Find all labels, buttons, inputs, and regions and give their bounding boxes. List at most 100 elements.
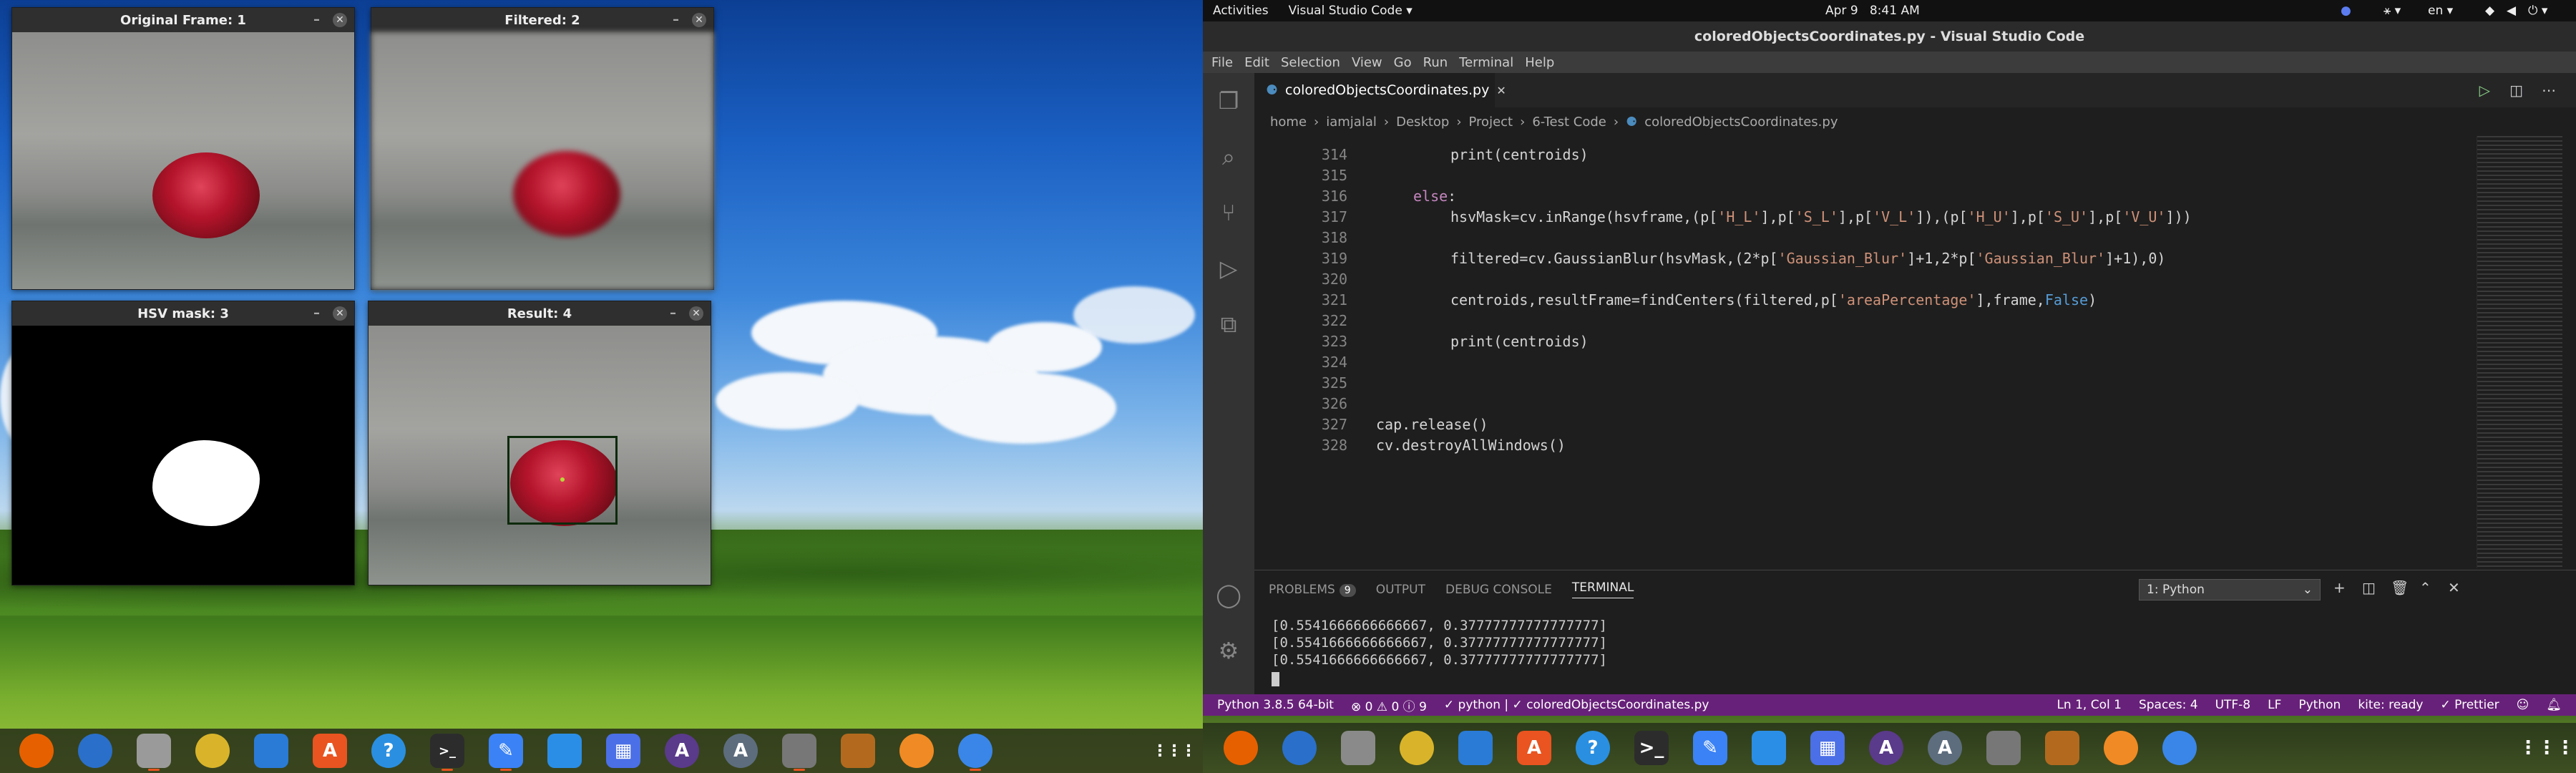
window-titlebar[interactable]: HSV mask: 3 – ✕ [12,301,354,326]
dock-item[interactable]: ⋮⋮⋮ [1144,729,1203,773]
dock-item[interactable] [770,729,829,773]
dock-item[interactable] [1387,726,1446,770]
dock-item[interactable]: A [1916,726,1974,770]
breadcrumb-item[interactable]: Project [1469,115,1513,130]
python-interpreter[interactable]: Python 3.8.5 64-bit [1203,698,1342,712]
feedback-icon[interactable]: ☺ [2508,698,2538,712]
split-editor-icon[interactable]: ◫ [2509,82,2523,99]
run-file-icon[interactable]: ▷ [2479,82,2490,99]
minimap[interactable] [2477,136,2562,568]
tab-close-icon[interactable]: ✕ [1496,84,1506,97]
search-icon[interactable]: ⌕ [1203,129,1254,185]
menu-view[interactable]: View [1346,55,1388,70]
window-titlebar[interactable]: Result: 4 – ✕ [369,301,711,326]
menu-edit[interactable]: Edit [1239,55,1275,70]
extensions-icon[interactable]: ⧉ [1203,296,1254,352]
kite-status[interactable]: kite: ready [2349,698,2431,712]
dock-item[interactable] [66,729,125,773]
source-control-icon[interactable]: ⑂ [1203,185,1254,240]
dock-item[interactable]: >_ [1622,726,1681,770]
code-editor[interactable]: 314 print(centroids) 315 316 else: 317 hsvMask… [1254,136,2514,568]
window-result[interactable]: Result: 4 – ✕ [368,301,711,585]
language-mode[interactable]: Python [2290,698,2349,712]
dock-item[interactable] [2092,726,2150,770]
minimize-icon[interactable]: – [670,306,676,321]
dock-item[interactable] [535,729,594,773]
minimize-icon[interactable]: – [673,12,679,27]
dock-item[interactable]: A [1857,726,1916,770]
close-icon[interactable]: ✕ [333,13,347,27]
breadcrumb-item[interactable]: iamjalal [1326,115,1377,130]
breadcrumb-item[interactable]: home [1270,115,1307,130]
tab-output[interactable]: OUTPUT [1376,583,1425,597]
breadcrumb-item[interactable]: coloredObjectsCoordinates.py [1644,115,1838,130]
dock-item[interactable] [1446,726,1505,770]
dock-item[interactable] [125,729,183,773]
dock-item[interactable] [1329,726,1387,770]
tab-debug-console[interactable]: DEBUG CONSOLE [1445,583,1552,597]
activities-button[interactable]: Activities [1203,4,1269,18]
dock-item[interactable]: ✎ [1681,726,1740,770]
dock-item[interactable] [7,729,66,773]
menu-help[interactable]: Help [1519,55,1560,70]
split-terminal-icon[interactable]: ◫ [2362,579,2376,596]
window-title-bar[interactable]: coloredObjectsCoordinates.py - Visual St… [1203,21,2576,52]
dock-item[interactable] [1270,726,1329,770]
dock-item[interactable]: ⋮⋮⋮ [2517,726,2576,770]
dock-item[interactable]: ? [1563,726,1622,770]
minimize-icon[interactable]: – [313,306,320,321]
dock-item[interactable] [242,729,301,773]
menu-terminal[interactable]: Terminal [1453,55,1519,70]
window-original-frame[interactable]: Original Frame: 1 – ✕ [11,7,355,290]
dock-item[interactable]: A [1505,726,1563,770]
menu-run[interactable]: Run [1418,55,1454,70]
breadcrumb-item[interactable]: Desktop [1396,115,1449,130]
run-debug-icon[interactable]: ▷ [1203,240,1254,296]
account-icon[interactable]: ◯ [1203,567,1254,623]
language-selector[interactable]: en ▾ [2428,4,2453,18]
accessibility-icon[interactable]: ⚹ ▾ [2384,4,2401,18]
dock-item[interactable]: ▦ [594,729,653,773]
dock-item[interactable]: ▦ [1798,726,1857,770]
dock-item[interactable] [183,729,242,773]
close-icon[interactable]: ✕ [689,306,703,321]
prettier-status[interactable]: ✓ Prettier [2431,698,2507,712]
dock-item[interactable] [1740,726,1798,770]
dock-item[interactable]: ✎ [477,729,535,773]
close-icon[interactable]: ✕ [692,13,706,27]
terminal-select[interactable]: 1: Python ⌄ [2139,579,2321,601]
tab-terminal[interactable]: TERMINAL [1571,580,1634,598]
window-titlebar[interactable]: Filtered: 2 – ✕ [371,8,713,32]
window-titlebar[interactable]: Original Frame: 1 – ✕ [12,8,354,32]
menu-file[interactable]: File [1203,55,1239,70]
power-icon[interactable]: ⏻ ▾ [2528,4,2547,18]
close-panel-icon[interactable]: ✕ [2448,579,2460,596]
menu-selection[interactable]: Selection [1275,55,1346,70]
python-status[interactable]: ✓ python | ✓ coloredObjectsCoordinates.p… [1435,698,1718,712]
menu-go[interactable]: Go [1388,55,1418,70]
network-icon[interactable]: ◆ [2485,4,2494,18]
tab-problems[interactable]: PROBLEMS 9 [1269,583,1356,597]
dock-item[interactable] [1974,726,2033,770]
clock[interactable]: Apr 9 8:41 AM [1825,4,1920,18]
dock-item[interactable] [2150,726,2209,770]
tab-coloredObjectsCoordinates[interactable]: ⚈ coloredObjectsCoordinates.py ✕ [1254,73,1506,107]
dock-item[interactable]: ? [359,729,418,773]
dock-item[interactable]: A [301,729,359,773]
breadcrumb-item[interactable]: 6-Test Code [1532,115,1606,130]
dock-item[interactable] [2033,726,2092,770]
dock-item[interactable]: A [653,729,711,773]
new-terminal-icon[interactable]: + [2333,579,2346,596]
problems-status[interactable]: ⊗ 0 ⚠ 0 ⓘ 9 [1342,696,1435,714]
window-hsv-mask[interactable]: HSV mask: 3 – ✕ [11,301,355,585]
dock-item[interactable]: A [711,729,770,773]
minimize-icon[interactable]: – [313,12,320,27]
volume-icon[interactable]: ◀ [2507,4,2516,18]
tray-icon[interactable]: ● [2341,4,2351,18]
notifications-bell-icon[interactable]: 🔔︎ [2537,698,2576,712]
settings-gear-icon[interactable]: ⚙ [1203,623,1254,679]
close-icon[interactable]: ✕ [333,306,347,321]
more-actions-icon[interactable]: ⋯ [2542,82,2556,99]
indentation[interactable]: Spaces: 4 [2130,698,2207,712]
dock-item[interactable] [946,729,1005,773]
